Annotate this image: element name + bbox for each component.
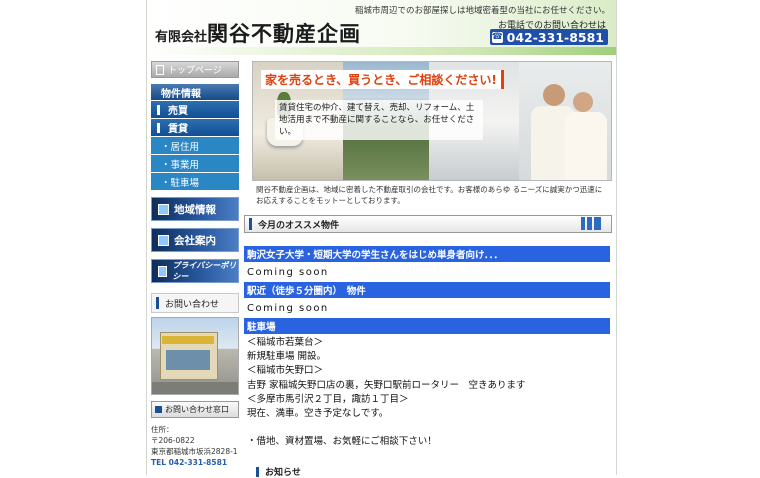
property-row-body: Coming soon (247, 267, 329, 278)
parking-notes: ＜稲城市若葉台＞ 新規駐車場 開設。 ＜稲城市矢野口＞ 吉野 家稲城矢野口店の裏… (247, 336, 526, 450)
heading-bar-icon (156, 297, 159, 309)
address-label: 住所： (151, 425, 174, 434)
sidebar-banner-area-info[interactable]: 地域情報 (151, 197, 239, 221)
section-title: 今月のオススメ物件 (258, 220, 340, 231)
news-heading: お知らせ (256, 465, 301, 478)
note-line: 吉野 家稲城矢野口店の裏，矢野口駅前ロータリー 空きあります (247, 379, 526, 391)
sidebar-banner-company[interactable]: 会社案内 (151, 228, 239, 252)
sidebar: トップページ 物件情報 売買 賃貸 ・居住用 ・事業用 ・駐車場 地域情報 会社… (151, 61, 239, 468)
intro-text: 関谷不動産企画は、地域に密着した不動産取引の会社です。お客様のあらゆ るニーズに… (256, 185, 603, 205)
note-line (247, 421, 526, 435)
property-row-body: Coming soon (247, 303, 329, 314)
banner-label: 地域情報 (174, 203, 216, 216)
phone-number: ☎ 042-331-8581 (489, 29, 608, 45)
window-shape (166, 350, 210, 370)
note-line: ・借地、資材置場、お気軽にご相談下さい！ (247, 436, 437, 448)
contact-heading: お問い合わせ (151, 293, 239, 313)
page-frame: 有限会社関谷不動産企画 稲城市周辺でのお部屋探しは地域密着型の当社にお任せくださ… (146, 0, 617, 478)
sidebar-item-sale[interactable]: 売買 (151, 101, 239, 118)
phone-icon: ☎ (491, 31, 503, 43)
hero-text: 賃貸住宅の仲介、建て替え、売却、リフォーム、土地活用まで不動産に関することなら、… (275, 100, 483, 140)
sidebar-banner-privacy[interactable]: プライバシーポリシー (151, 259, 239, 283)
postal-code: 〒206-0822 (151, 436, 195, 445)
banner-label: 会社案内 (174, 234, 216, 247)
heading-bar-icon (256, 466, 259, 477)
road-shape (152, 382, 238, 394)
note-line: ＜多摩市馬引沢２丁目，諏訪１丁目＞ (247, 393, 409, 405)
banner-label: プライバシーポリシー (172, 261, 237, 281)
site-header: 有限会社関谷不動産企画 稲城市周辺でのお部屋探しは地域密着型の当社にお任せくださ… (147, 0, 616, 55)
hero-banner: 家を売るとき、買うとき、ご相談ください! 賃貸住宅の仲介、建て替え、売却、リフォ… (252, 61, 612, 181)
note-line: 新規駐車場 開設。 (247, 351, 327, 363)
sidebar-subitem-business[interactable]: ・事業用 (151, 155, 239, 172)
shop-sign-shape (162, 336, 214, 344)
page-icon (156, 64, 164, 75)
address-tel[interactable]: TEL 042-331-8581 (151, 457, 239, 468)
sidebar-item-label: 売買 (168, 106, 188, 117)
contact-button-label: お問い合わせ窓口 (165, 405, 229, 414)
cube-icon (158, 203, 169, 215)
sidebar-item-rent[interactable]: 賃貸 (151, 119, 239, 136)
person-head-shape (573, 92, 593, 112)
header-tagline: 稲城市周辺でのお部屋探しは地域密着型の当社にお任せください。 (354, 6, 610, 16)
note-line: ＜稲城市若葉台＞ (247, 337, 324, 348)
sidebar-section-property: 物件情報 (151, 84, 239, 100)
top-page-label: トップページ (168, 66, 222, 76)
contact-window-button[interactable]: お問い合わせ窓口 (151, 401, 239, 418)
property-row-title[interactable]: 駐車場 (244, 318, 610, 334)
person-head-shape (543, 84, 565, 106)
cube-icon (158, 234, 169, 246)
property-row-title[interactable]: 駅近（徒歩５分圏内） 物件 (244, 282, 610, 298)
company-name: 関谷不動産企画 (207, 21, 362, 46)
phone-value: 042-331-8581 (506, 29, 604, 45)
sidebar-top-page-link[interactable]: トップページ (151, 61, 239, 78)
bullet-bar-icon (157, 122, 160, 133)
note-line: ＜稲城市矢野口＞ (247, 365, 324, 377)
company-type: 有限会社 (155, 30, 208, 45)
news-heading-label: お知らせ (265, 468, 301, 478)
header-band (147, 47, 616, 55)
hero-title: 家を売るとき、買うとき、ご相談ください! (261, 70, 504, 89)
company-logo[interactable]: 有限会社関谷不動産企画 (155, 18, 361, 48)
sidebar-subitem-residential[interactable]: ・居住用 (151, 137, 239, 154)
cube-icon (158, 265, 168, 277)
mail-icon (155, 406, 162, 413)
building-icon (581, 217, 601, 230)
bullet-bar-icon (157, 104, 160, 115)
address-line: 東京都稲城市坂浜2828-1 (151, 447, 238, 456)
property-row-title[interactable]: 駒沢女子大学・短期大学の学生さんをはじめ単身者向け．．． (244, 246, 610, 262)
person-shape (565, 112, 607, 180)
shop-photo (151, 317, 239, 395)
contact-heading-label: お問い合わせ (165, 299, 220, 310)
note-line: 現在、満車。空き予定なしです。 (247, 408, 389, 420)
address-block: 住所： 〒206-0822 東京都稲城市坂浜2828-1 TEL 042-331… (151, 424, 239, 468)
recommended-section-heading: 今月のオススメ物件 (244, 215, 612, 233)
sidebar-item-label: 賃貸 (168, 124, 188, 135)
sidebar-subitem-parking[interactable]: ・駐車場 (151, 173, 239, 190)
heading-bar-icon (249, 218, 252, 230)
